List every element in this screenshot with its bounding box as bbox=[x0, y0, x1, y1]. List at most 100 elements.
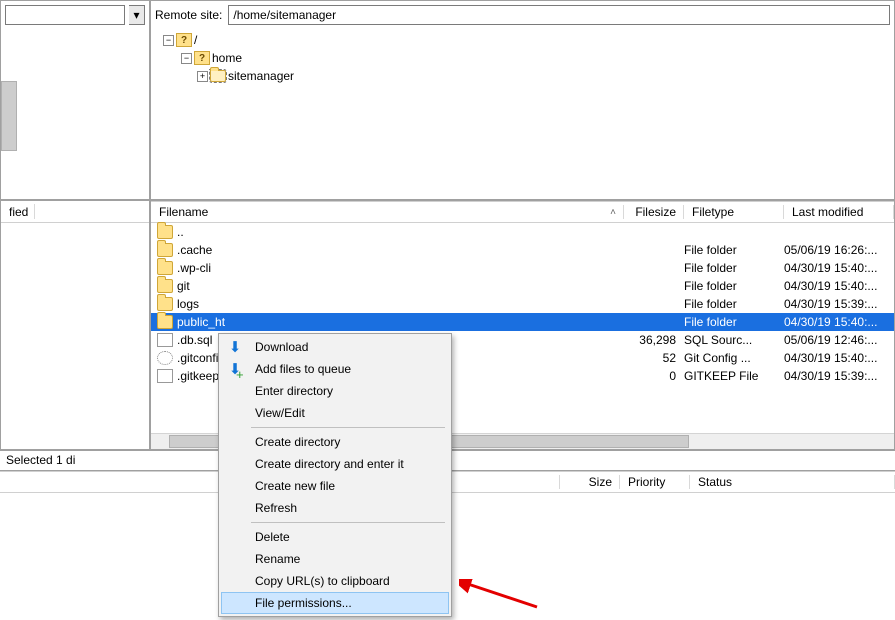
local-path-combo[interactable] bbox=[5, 5, 125, 25]
tree-collapse-icon[interactable]: − bbox=[163, 35, 174, 46]
cell-mod: 04/30/19 15:40:... bbox=[784, 279, 894, 293]
tree-expand-icon[interactable]: + bbox=[197, 71, 208, 82]
menu-item-view-edit: View/Edit bbox=[221, 402, 449, 424]
menu-item-download[interactable]: ⬇ Download bbox=[221, 336, 449, 358]
tree-sitemanager-label[interactable]: sitemanager bbox=[228, 69, 294, 83]
local-file-pane: fied bbox=[0, 200, 150, 450]
menu-item-label: Create directory bbox=[255, 435, 340, 449]
menu-item-create-directory-and-enter-it[interactable]: Create directory and enter it bbox=[221, 453, 449, 475]
cell-type: SQL Sourc... bbox=[684, 333, 784, 347]
cell-mod: 05/06/19 16:26:... bbox=[784, 243, 894, 257]
sort-asc-icon: ˄ bbox=[610, 207, 616, 218]
unknown-folder-icon: ? bbox=[194, 51, 210, 65]
gear-icon bbox=[157, 351, 173, 365]
menu-item-label: Rename bbox=[255, 552, 300, 566]
scrollbar-thumb[interactable] bbox=[1, 81, 17, 151]
cell-name: public_ht bbox=[177, 315, 624, 329]
table-row[interactable]: .cache File folder05/06/19 16:26:... bbox=[151, 241, 894, 259]
cell-name: git bbox=[177, 279, 624, 293]
file-icon bbox=[157, 369, 173, 383]
col-lastmod[interactable]: Last modified bbox=[784, 202, 894, 222]
menu-item-label: Enter directory bbox=[255, 384, 333, 398]
file-icon bbox=[157, 333, 173, 347]
queue-col-priority[interactable]: Priority bbox=[620, 472, 690, 492]
selection-status-text: Selected 1 di bbox=[6, 453, 75, 467]
menu-item-refresh[interactable]: Refresh bbox=[221, 497, 449, 519]
local-columns[interactable]: fied bbox=[1, 201, 149, 223]
table-row[interactable]: public_ht File folder04/30/19 15:40:... bbox=[151, 313, 894, 331]
menu-separator bbox=[251, 427, 445, 428]
menu-item-delete[interactable]: Delete bbox=[221, 526, 449, 548]
col-filename[interactable]: Filename˄ bbox=[151, 202, 624, 222]
cell-type: Git Config ... bbox=[684, 351, 784, 365]
local-col-fragment: fied bbox=[9, 205, 28, 219]
menu-item-label: View/Edit bbox=[255, 406, 305, 420]
col-filetype[interactable]: Filetype bbox=[684, 202, 784, 222]
folder-icon bbox=[157, 243, 173, 257]
local-path-dropdown[interactable]: ▾ bbox=[129, 5, 145, 25]
context-menu[interactable]: ⬇ Download ⬇+ Add files to queue Enter direc… bbox=[218, 333, 452, 617]
folder-icon bbox=[157, 225, 173, 239]
cell-name: logs bbox=[177, 297, 624, 311]
cell-mod: 05/06/19 12:46:... bbox=[784, 333, 894, 347]
menu-item-label: Create directory and enter it bbox=[255, 457, 404, 471]
cell-type: File folder bbox=[684, 279, 784, 293]
remote-tree-pane: Remote site: − ? / − ? home + sitemanage… bbox=[150, 0, 895, 200]
cell-mod: 04/30/19 15:40:... bbox=[784, 315, 894, 329]
download-icon: ⬇ bbox=[227, 339, 243, 355]
cell-type: File folder bbox=[684, 297, 784, 311]
table-row[interactable]: .wp-cli File folder04/30/19 15:40:... bbox=[151, 259, 894, 277]
cell-mod: 04/30/19 15:39:... bbox=[784, 297, 894, 311]
cell-type: GITKEEP File bbox=[684, 369, 784, 383]
menu-item-label: Create new file bbox=[255, 479, 335, 493]
cell-name: .. bbox=[177, 225, 624, 239]
menu-item-label: Delete bbox=[255, 530, 290, 544]
menu-item-create-new-file[interactable]: Create new file bbox=[221, 475, 449, 497]
table-row[interactable]: .. bbox=[151, 223, 894, 241]
folder-icon bbox=[157, 279, 173, 293]
menu-item-create-directory[interactable]: Create directory bbox=[221, 431, 449, 453]
col-filesize[interactable]: Filesize bbox=[624, 202, 684, 222]
cell-mod: 04/30/19 15:39:... bbox=[784, 369, 894, 383]
tree-root-label[interactable]: / bbox=[194, 33, 197, 47]
remote-tree[interactable]: − ? / − ? home + sitemanager bbox=[163, 31, 890, 85]
folder-icon bbox=[210, 70, 226, 82]
table-row[interactable]: logs File folder04/30/19 15:39:... bbox=[151, 295, 894, 313]
menu-item-file-permissions[interactable]: File permissions... bbox=[221, 592, 449, 614]
cell-size: 52 bbox=[624, 351, 684, 365]
cell-size: 36,298 bbox=[624, 333, 684, 347]
menu-item-label: Download bbox=[255, 340, 308, 354]
table-row[interactable]: git File folder04/30/19 15:40:... bbox=[151, 277, 894, 295]
cell-mod: 04/30/19 15:40:... bbox=[784, 351, 894, 365]
menu-item-rename[interactable]: Rename bbox=[221, 548, 449, 570]
menu-item-copy-url-s-to-clipboard[interactable]: Copy URL(s) to clipboard bbox=[221, 570, 449, 592]
folder-icon bbox=[157, 297, 173, 311]
menu-item-enter-directory[interactable]: Enter directory bbox=[221, 380, 449, 402]
cell-size: 0 bbox=[624, 369, 684, 383]
remote-path-input[interactable] bbox=[228, 5, 890, 25]
chevron-down-icon: ▾ bbox=[133, 8, 139, 22]
menu-item-label: Refresh bbox=[255, 501, 297, 515]
queue-col-status[interactable]: Status bbox=[690, 472, 895, 492]
menu-item-label: Copy URL(s) to clipboard bbox=[255, 574, 390, 588]
remote-site-label: Remote site: bbox=[155, 8, 222, 22]
tree-home-label[interactable]: home bbox=[212, 51, 242, 65]
queue-icon: ⬇+ bbox=[227, 361, 243, 377]
local-tree-pane: ▾ bbox=[0, 0, 150, 200]
cell-name: .wp-cli bbox=[177, 261, 624, 275]
unknown-folder-icon: ? bbox=[176, 33, 192, 47]
queue-col-size[interactable]: Size bbox=[560, 472, 620, 492]
cell-type: File folder bbox=[684, 261, 784, 275]
cell-name: .cache bbox=[177, 243, 624, 257]
cell-type: File folder bbox=[684, 243, 784, 257]
menu-separator bbox=[251, 522, 445, 523]
menu-item-label: File permissions... bbox=[255, 596, 352, 610]
menu-item-add-files-to-queue[interactable]: ⬇+ Add files to queue bbox=[221, 358, 449, 380]
cell-mod: 04/30/19 15:40:... bbox=[784, 261, 894, 275]
remote-columns[interactable]: Filename˄ Filesize Filetype Last modifie… bbox=[151, 201, 894, 223]
tree-collapse-icon[interactable]: − bbox=[181, 53, 192, 64]
folder-icon bbox=[157, 261, 173, 275]
cell-type: File folder bbox=[684, 315, 784, 329]
folder-icon bbox=[157, 315, 173, 329]
menu-item-label: Add files to queue bbox=[255, 362, 351, 376]
